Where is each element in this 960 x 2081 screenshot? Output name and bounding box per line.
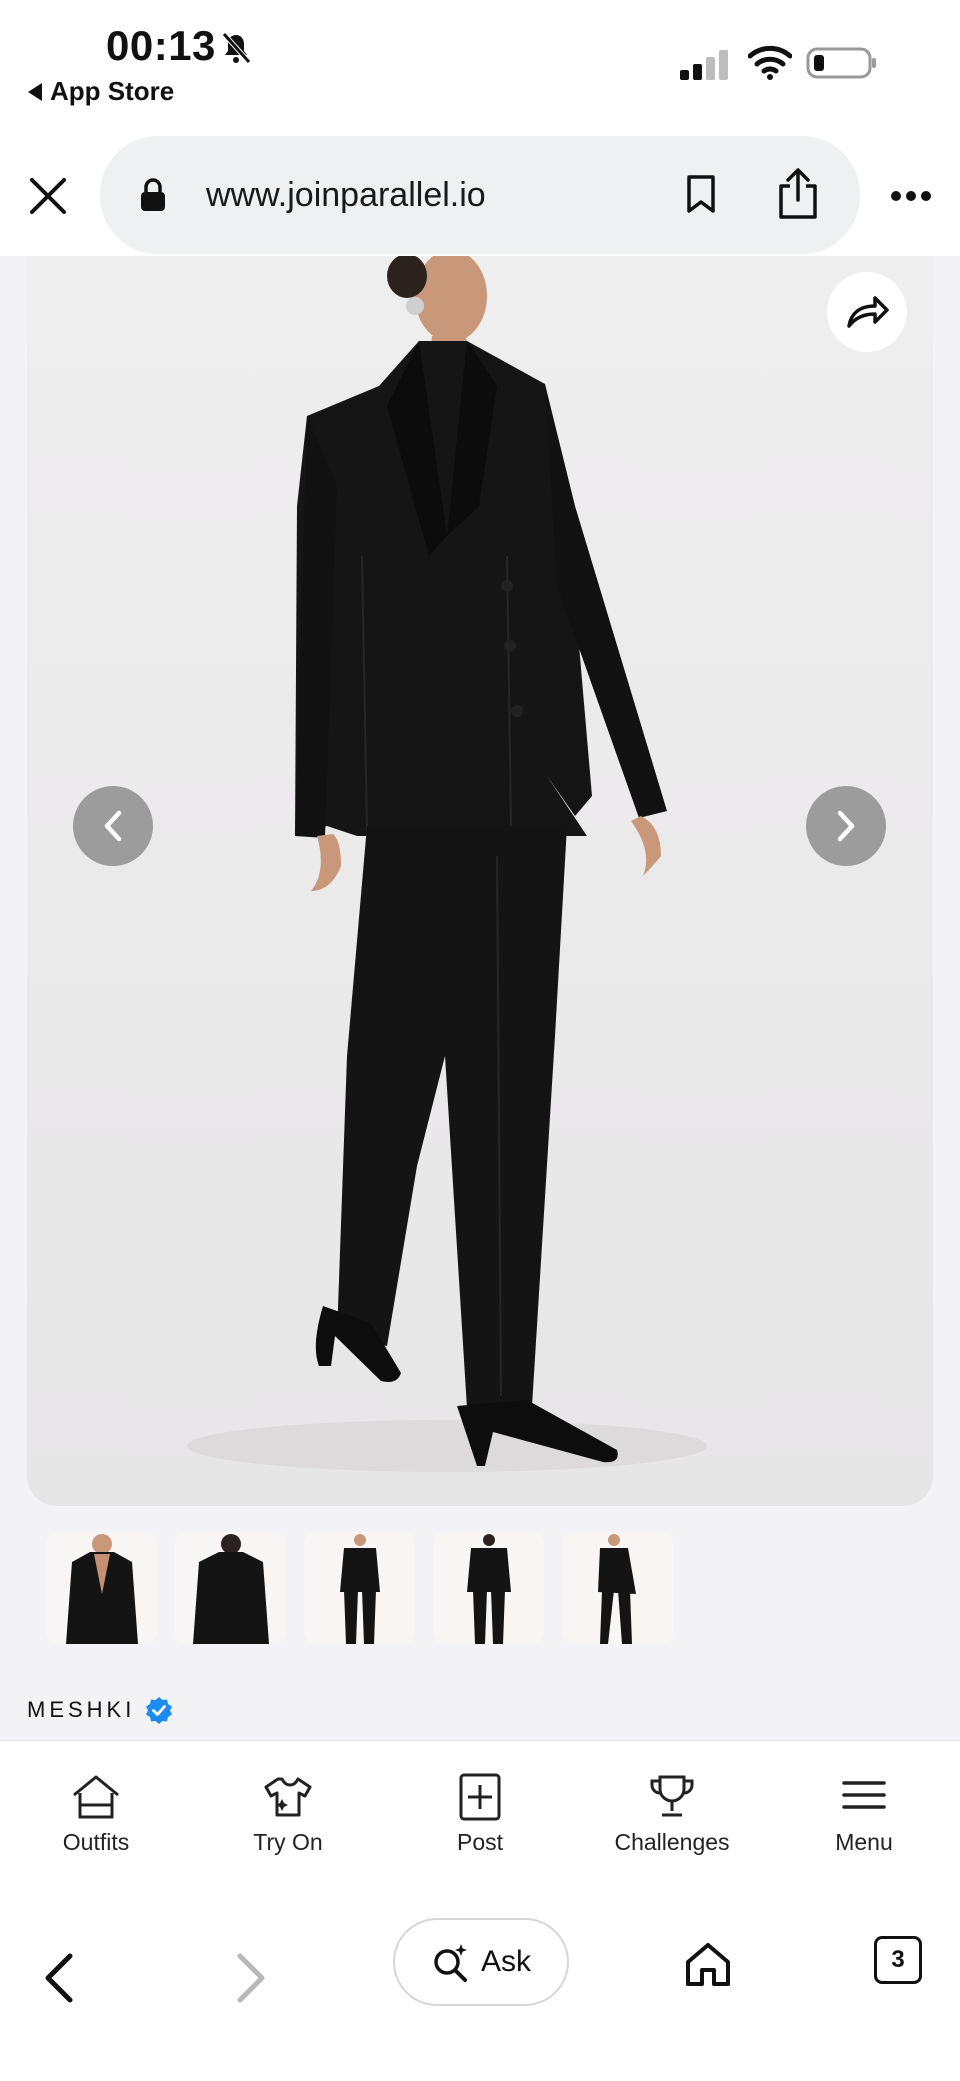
plus-square-icon: [459, 1773, 501, 1821]
browser-forward-icon[interactable]: [230, 1948, 270, 2008]
back-to-app-label: App Store: [50, 76, 175, 106]
back-triangle-icon: [28, 82, 42, 101]
ask-button[interactable]: Ask: [393, 1918, 569, 2006]
address-bar[interactable]: www.joinparallel.io: [100, 136, 860, 254]
thumbnail-1[interactable]: [46, 1532, 157, 1644]
share-product-button[interactable]: [827, 272, 907, 352]
hamburger-icon: [842, 1781, 886, 1809]
thumbnail-4[interactable]: [433, 1532, 544, 1644]
thumbnail-strip: [46, 1532, 673, 1644]
tab-outfits[interactable]: Outfits: [6, 1771, 186, 1856]
search-sparkle-icon: [434, 1944, 467, 1982]
home-icon: [73, 1775, 119, 1819]
tab-label: Try On: [253, 1829, 323, 1855]
bell-muted-icon: [222, 32, 251, 64]
product-photo: [27, 256, 933, 1506]
thumbnail-image: [340, 1534, 380, 1644]
tab-switcher-button[interactable]: 3: [874, 1936, 922, 1984]
battery-icon: [806, 47, 876, 79]
tab-label: Outfits: [62, 1829, 130, 1855]
tab-label: Post: [456, 1829, 504, 1855]
close-icon[interactable]: [26, 174, 70, 218]
browser-toolbar: Ask 3: [0, 1900, 960, 2081]
tab-label: Challenges: [614, 1829, 730, 1855]
ask-label: Ask: [480, 1945, 531, 1978]
shirt-sparkle-icon: [264, 1777, 312, 1817]
thumbnail-image: [193, 1534, 269, 1644]
tab-challenges[interactable]: Challenges: [582, 1771, 762, 1856]
cellular-signal-icon: [680, 50, 728, 80]
verified-badge-icon: [146, 1697, 173, 1724]
chevron-left-icon: [104, 810, 122, 842]
forward-arrow-icon: [847, 296, 889, 328]
brand-row[interactable]: MESHKI: [27, 1696, 173, 1724]
share-icon[interactable]: [776, 168, 820, 220]
trophy-icon: [650, 1775, 694, 1817]
tab-post[interactable]: Post: [390, 1771, 570, 1856]
brand-name: MESHKI: [27, 1697, 136, 1722]
thumbnail-image: [598, 1534, 636, 1644]
app-tab-bar: Outfits Try On Post Challenges Menu: [0, 1740, 960, 1901]
carousel-prev-button[interactable]: [73, 786, 153, 866]
thumbnail-5[interactable]: [562, 1532, 673, 1644]
browser-back-icon[interactable]: [40, 1948, 80, 2008]
status-bar: 00:13 App Store: [0, 0, 960, 125]
browser-address-row: www.joinparallel.io: [0, 130, 960, 255]
lock-icon: [141, 178, 165, 211]
wifi-icon: [748, 45, 792, 80]
more-options-icon[interactable]: [890, 190, 932, 202]
back-to-app-store[interactable]: App Store: [28, 76, 174, 107]
thumbnail-image: [66, 1534, 138, 1644]
carousel-next-button[interactable]: [806, 786, 886, 866]
url-text: www.joinparallel.io: [206, 176, 486, 214]
bookmark-icon[interactable]: [686, 174, 716, 214]
tab-try-on[interactable]: Try On: [198, 1771, 378, 1856]
status-time: 00:13: [106, 22, 216, 69]
chevron-right-icon: [837, 810, 855, 842]
thumbnail-3[interactable]: [304, 1532, 415, 1644]
thumbnail-image: [467, 1534, 511, 1644]
product-image-carousel[interactable]: [27, 256, 933, 1506]
thumbnail-2[interactable]: [175, 1532, 286, 1644]
browser-home-icon[interactable]: [684, 1940, 732, 1988]
product-page: MESHKI: [0, 256, 960, 1740]
tab-label: Menu: [835, 1829, 893, 1855]
tab-menu[interactable]: Menu: [774, 1771, 954, 1856]
